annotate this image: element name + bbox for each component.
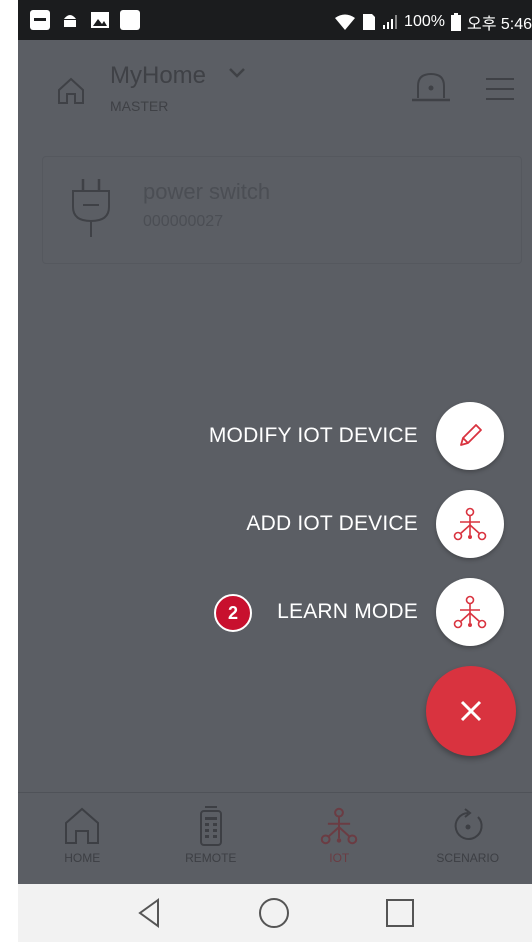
back-icon[interactable] (134, 896, 164, 930)
nav-label-remote: REMOTE (185, 851, 237, 865)
step-badge: 2 (214, 594, 252, 632)
learn-mode-button[interactable] (436, 578, 504, 646)
modify-iot-device-label[interactable]: MODIFY IOT DEVICE (209, 424, 418, 448)
iot-network-icon (453, 595, 487, 629)
nav-item-home[interactable]: HOME (18, 793, 147, 885)
nav-item-iot[interactable]: IOT (275, 793, 404, 885)
nav-label-scenario: SCENARIO (436, 851, 500, 865)
app-bar: MyHome MASTER (18, 40, 532, 130)
home-icon (65, 807, 100, 844)
home-subtitle: MASTER (110, 98, 169, 114)
device-name: power switch (143, 179, 271, 204)
close-icon (460, 700, 482, 722)
home-circle-icon[interactable] (257, 896, 291, 930)
sim-icon (363, 14, 376, 30)
alarm-icon[interactable] (410, 70, 452, 106)
fab-row-modify[interactable]: MODIFY IOT DEVICE (209, 402, 504, 470)
system-nav-bar (18, 884, 532, 942)
device-card[interactable]: power switch 000000027 (42, 156, 522, 264)
nav-label-home: HOME (64, 851, 101, 865)
nav-item-remote[interactable]: REMOTE (147, 793, 276, 885)
add-iot-device-button[interactable] (436, 490, 504, 558)
wifi-icon (335, 14, 356, 30)
learn-mode-label[interactable]: LEARN MODE (277, 600, 418, 624)
add-iot-device-label[interactable]: ADD IOT DEVICE (246, 512, 418, 536)
gallery-icon (90, 10, 110, 30)
status-indicators: 100% 오후 5:46 (334, 10, 532, 34)
notification-icons (30, 10, 140, 30)
bottom-nav: HOME REMOTE IOT SCENARIO (18, 792, 532, 885)
nav-label-iot: IOT (329, 851, 350, 865)
fab-row-add[interactable]: ADD IOT DEVICE (246, 490, 504, 558)
scenario-icon (454, 808, 483, 840)
recents-icon[interactable] (384, 897, 416, 929)
battery-percent: 100% (404, 13, 445, 30)
status-bar: 100% 오후 5:46 (18, 0, 532, 40)
iot-network-icon (321, 807, 358, 845)
device-id: 000000027 (143, 213, 224, 230)
close-fab-button[interactable] (426, 666, 516, 756)
minus-notification-icon (30, 10, 50, 30)
modify-iot-device-button[interactable] (436, 402, 504, 470)
pencil-icon (460, 424, 482, 446)
clock: 오후 5:46 (466, 16, 532, 33)
app-notification-icon (120, 10, 140, 30)
menu-icon[interactable] (484, 76, 516, 102)
battery-icon (450, 13, 461, 31)
home-icon[interactable] (56, 76, 86, 106)
android-icon (60, 10, 80, 30)
power-plug-icon (72, 179, 110, 237)
nav-item-scenario[interactable]: SCENARIO (404, 793, 532, 885)
signal-icon (383, 15, 398, 29)
fab-row-learn[interactable]: LEARN MODE (277, 578, 504, 646)
chevron-down-icon[interactable] (228, 66, 246, 80)
home-title[interactable]: MyHome (110, 62, 206, 90)
phone-screen: 100% 오후 5:46 MyHome MASTER power switch … (18, 0, 532, 942)
remote-icon (199, 806, 222, 846)
iot-network-icon (453, 507, 487, 541)
